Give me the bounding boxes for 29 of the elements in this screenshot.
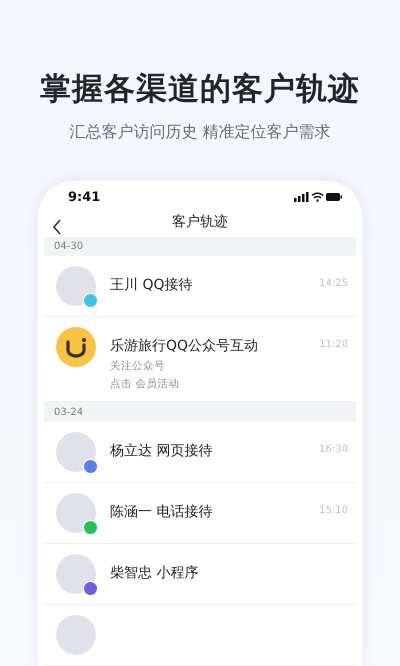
trace-detail: 点击 会员活动 [110,377,180,392]
trace-detail: 关注公众号 [110,359,166,374]
trace-row[interactable]: 王川 QQ接待 14:25 [44,256,356,318]
avatar [56,493,96,534]
subheadline: 汇总客户访问历史 精准定位客户需求 [69,122,331,143]
trace-title: 陈涵一 电话接待 [110,503,214,522]
trace-title: 柴智忠 小程序 [110,564,200,582]
trace-title: 王川 QQ接待 [110,276,194,294]
trace-time: 11:20 [319,338,348,350]
status-time: 9:41 [68,190,100,205]
avatar [56,554,96,594]
trace-time: 15:10 [319,504,348,516]
trace-time: 14:25 [319,277,348,290]
brand-logo-icon [56,327,96,368]
trace-time: 16:30 [319,443,348,456]
trace-row[interactable]: 陈涵一 电话接待 15:10 [44,483,356,544]
date-label: 04-30 [54,240,84,252]
avatar [56,615,96,656]
trace-row[interactable]: 柴智忠 小程序 [44,544,356,606]
headline: 掌握各渠道的客户轨迹 [40,70,360,109]
trace-title: 乐游旅行QQ公众号互动 [110,337,260,356]
screen-title: 客户轨迹 [172,213,228,232]
avatar [56,266,96,306]
back-icon[interactable] [52,219,62,236]
status-icons [294,192,342,202]
date-label: 03-24 [54,406,84,418]
trace-row[interactable]: 杨立达 网页接待 16:30 [44,422,356,484]
trace-title: 杨立达 网页接待 [110,442,214,460]
avatar [56,432,96,472]
